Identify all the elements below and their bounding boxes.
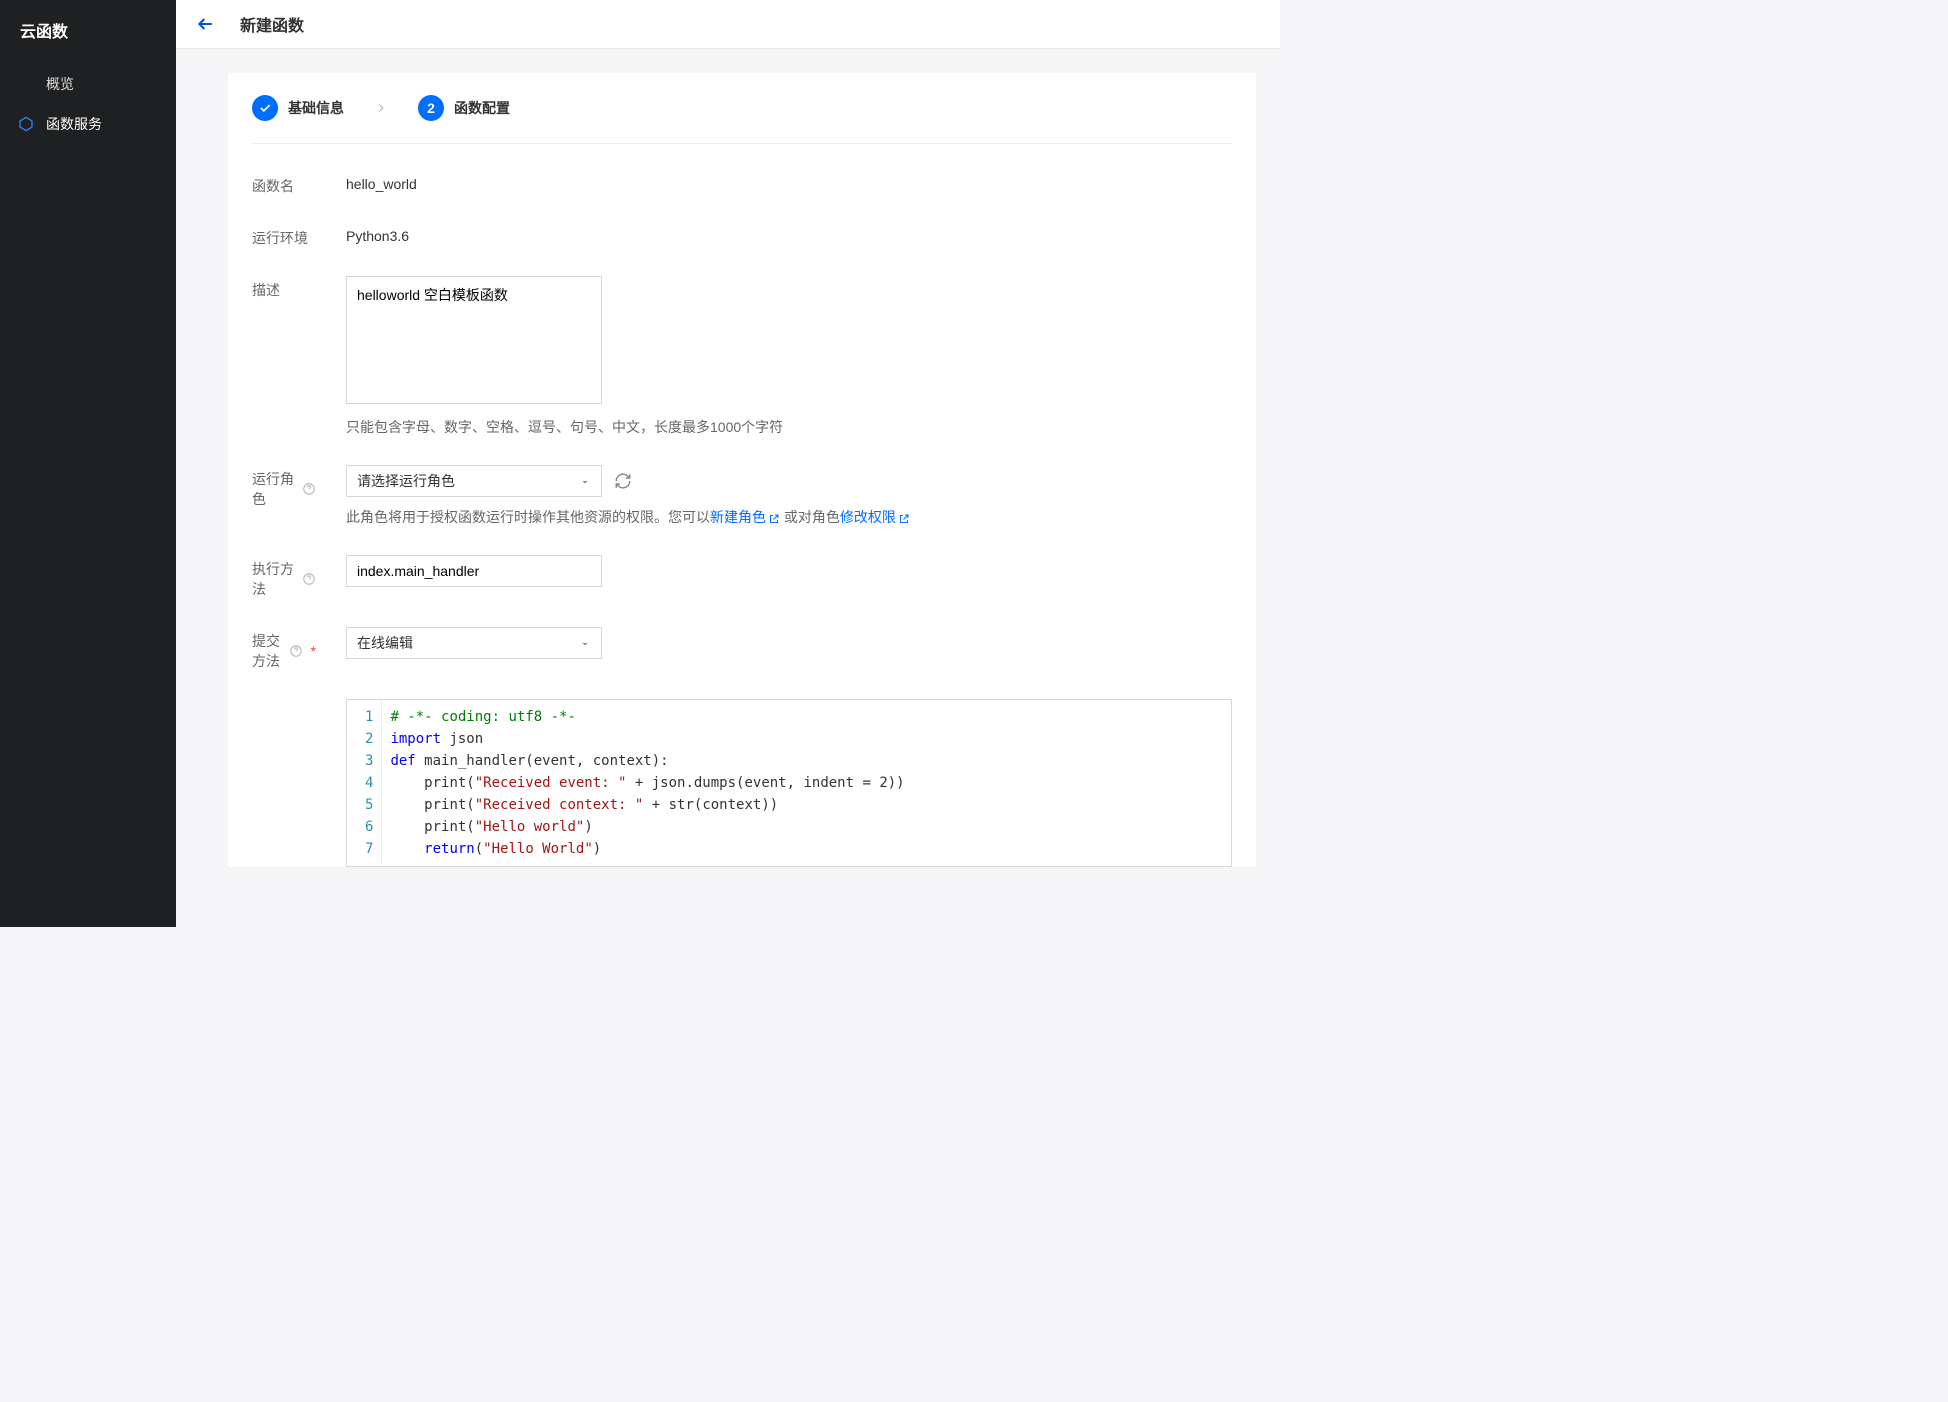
description-textarea[interactable] [346, 276, 602, 404]
step-label: 基础信息 [288, 98, 344, 118]
sidebar-item-function-service[interactable]: 函数服务 [0, 104, 176, 144]
link-modify-permission[interactable]: 修改权限 [840, 509, 896, 525]
sidebar-title: 云函数 [0, 0, 176, 64]
chevron-right-icon [374, 101, 388, 115]
help-icon[interactable] [289, 644, 303, 658]
caret-down-icon [579, 637, 591, 649]
role-hint: 此角色将用于授权函数运行时操作其他资源的权限。您可以新建角色 或对角色修改权限 [346, 507, 1232, 527]
step-check-icon [252, 95, 278, 121]
step-num-icon: 2 [418, 95, 444, 121]
form: 函数名 hello_world 运行环境 Python3.6 描述 只能包含字母… [252, 144, 1232, 867]
external-link-icon [898, 512, 910, 524]
link-create-role[interactable]: 新建角色 [710, 509, 766, 525]
submit-method-select[interactable]: 在线编辑 [346, 627, 602, 659]
description-hint: 只能包含字母、数字、空格、逗号、句号、中文，长度最多1000个字符 [346, 417, 1232, 437]
caret-down-icon [579, 475, 591, 487]
code-gutter: 1234567 [347, 700, 382, 866]
required-mark: * [311, 643, 316, 659]
steps: 基础信息 2 函数配置 [252, 95, 1232, 144]
step-label: 函数配置 [454, 98, 510, 118]
value-runtime: Python3.6 [346, 224, 1232, 244]
label-function-name: 函数名 [252, 172, 316, 196]
label-code-spacer [252, 699, 316, 703]
role-select[interactable]: 请选择运行角色 [346, 465, 602, 497]
topbar: 新建函数 [176, 0, 1280, 49]
step-function-config[interactable]: 2 函数配置 [418, 95, 510, 121]
label-submit-method: 提交方法 * [252, 627, 316, 671]
dashboard-icon [18, 76, 34, 92]
code-editor[interactable]: 1234567 # -*- coding: utf8 -*-import jso… [346, 699, 1232, 867]
step-basic-info[interactable]: 基础信息 [252, 95, 344, 121]
sidebar-item-overview[interactable]: 概览 [0, 64, 176, 104]
refresh-icon[interactable] [614, 472, 632, 490]
external-link-icon [768, 512, 780, 524]
content: 基础信息 2 函数配置 函数名 hello_world [176, 49, 1280, 927]
label-runtime: 运行环境 [252, 224, 316, 248]
hex-icon [18, 116, 34, 132]
card: 基础信息 2 函数配置 函数名 hello_world [228, 73, 1256, 867]
sidebar: 云函数 概览 函数服务 [0, 0, 176, 927]
page-title: 新建函数 [240, 12, 304, 36]
sidebar-item-label: 概览 [46, 74, 74, 94]
value-function-name: hello_world [346, 172, 1232, 192]
handler-input[interactable] [346, 555, 602, 587]
help-icon[interactable] [302, 572, 316, 586]
label-handler: 执行方法 [252, 555, 316, 599]
label-role: 运行角色 [252, 465, 316, 509]
main: 新建函数 基础信息 2 函数配置 [176, 0, 1280, 927]
sidebar-item-label: 函数服务 [46, 114, 102, 134]
label-description: 描述 [252, 276, 316, 300]
help-icon[interactable] [302, 482, 316, 496]
back-arrow-icon[interactable] [196, 14, 216, 34]
code-body[interactable]: # -*- coding: utf8 -*-import jsondef mai… [382, 700, 1231, 866]
